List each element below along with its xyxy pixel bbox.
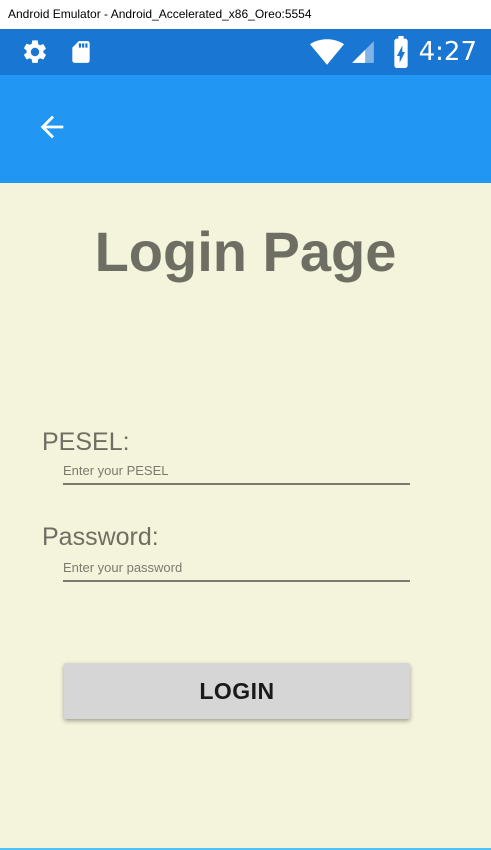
- pesel-input[interactable]: [63, 457, 410, 485]
- login-button[interactable]: LOGIN: [64, 663, 410, 719]
- status-time: 4:27: [418, 37, 477, 67]
- page-title: Login Page: [94, 220, 397, 283]
- pesel-label: PESEL:: [42, 428, 130, 456]
- password-label: Password:: [42, 523, 159, 551]
- settings-icon: [20, 29, 50, 75]
- password-input[interactable]: [63, 554, 410, 582]
- login-page-content: Login Page PESEL: Password: LOGIN: [0, 183, 491, 848]
- wifi-icon: [309, 29, 345, 75]
- emulator-window: Android Emulator - Android_Accelerated_x…: [0, 0, 491, 850]
- battery-charging-icon: [389, 29, 413, 75]
- arrow-back-icon: [35, 110, 69, 149]
- back-button[interactable]: [30, 109, 74, 149]
- app-bar: [0, 75, 491, 183]
- cellular-signal-icon: [349, 29, 377, 75]
- sd-card-icon: [66, 29, 96, 75]
- window-title: Android Emulator - Android_Accelerated_x…: [0, 0, 491, 29]
- status-bar: 4:27: [0, 29, 491, 75]
